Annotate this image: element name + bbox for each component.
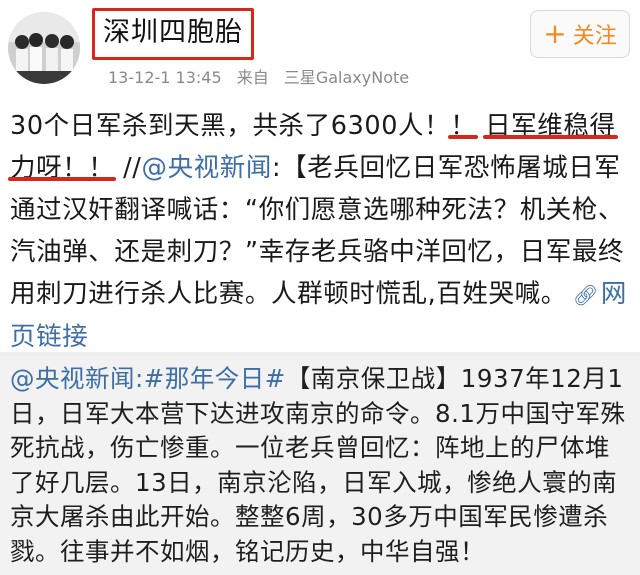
username[interactable]: 深圳四胞胎: [92, 8, 254, 60]
mention-link[interactable]: @央视新闻: [142, 153, 273, 183]
avatar-photo: [8, 12, 80, 84]
post-body: 30个日军杀到天黑，共杀了6300人！！ 日军维稳得力呀！！ //@央视新闻:【…: [10, 105, 635, 358]
follow-button[interactable]: + 关注: [530, 10, 630, 58]
post-meta: 13-12-1 13:45 来自 三星GalaxyNote: [108, 64, 419, 88]
repost-separator: //: [114, 153, 142, 183]
timestamp: 13-12-1 13:45: [108, 68, 222, 87]
underlined-phrase-start: 日军维稳得: [485, 111, 616, 141]
repost-mention-link[interactable]: @央视新闻: [10, 364, 135, 393]
follow-label: 关注: [572, 24, 617, 49]
underlined-exclaim: ！: [450, 111, 477, 141]
post-line1-a: 30个日军杀到天黑，共杀了6300人！: [10, 111, 451, 141]
post-header: 深圳四胞胎 13-12-1 13:45 来自 三星GalaxyNote + 关注: [0, 0, 640, 100]
repost-card[interactable]: @央视新闻:#那年今日#【南京保卫战】1937年12月1日，日军大本营下达进攻南…: [0, 356, 640, 575]
link-icon: 🔗︎: [572, 283, 599, 307]
quoted-title: :【老兵回忆日军恐怖屠城: [272, 153, 569, 183]
hashtag-link[interactable]: :#那年今日#: [135, 364, 286, 393]
source-device[interactable]: 三星GalaxyNote: [284, 68, 409, 87]
source-prefix: 来自: [236, 68, 269, 87]
post-text: 30个日军杀到天黑，共杀了6300人！！ 日军维稳得力呀！！ //@央视新闻:【…: [10, 105, 635, 358]
repost-text: @央视新闻:#那年今日#【南京保卫战】1937年12月1日，日军大本营下达进攻南…: [10, 362, 632, 569]
underlined-phrase-end: 力呀！！: [10, 153, 115, 183]
repost-body: 【南京保卫战】1937年12月1日，日军大本营下达进攻南京的命令。8.1万中国守…: [10, 364, 626, 566]
avatar[interactable]: [8, 12, 80, 84]
plus-icon: +: [543, 17, 567, 50]
